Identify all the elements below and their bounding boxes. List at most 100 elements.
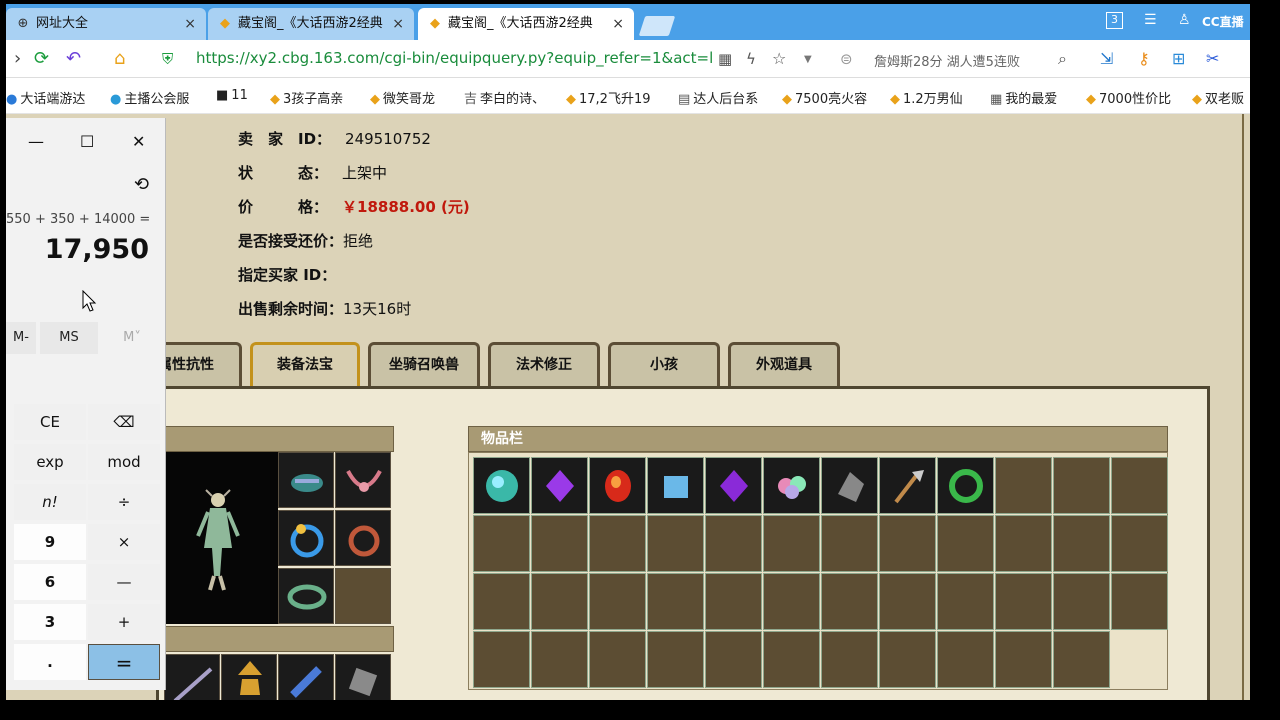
browser-tab-2[interactable]: ◆ 藏宝阁_《大话西游2经典 × <box>208 8 414 40</box>
inventory-slot-empty[interactable] <box>473 573 530 630</box>
inventory-slot-empty[interactable] <box>879 573 936 630</box>
minimize-button[interactable]: — <box>28 132 44 151</box>
inventory-slot-empty[interactable] <box>879 631 936 688</box>
add-button[interactable]: + <box>88 604 160 640</box>
tab-close-icon[interactable]: × <box>612 8 624 40</box>
key-icon[interactable]: ⚷ <box>1138 49 1150 68</box>
shirt-icon[interactable]: ♙ <box>1178 12 1191 28</box>
inventory-slot-empty[interactable] <box>1111 515 1168 572</box>
translate-icon[interactable]: ⊞ <box>1172 49 1185 68</box>
bookmark-item[interactable]: ◆ 微笑哥龙 <box>370 88 435 107</box>
undo-icon[interactable]: ↶ <box>66 48 81 69</box>
star-icon[interactable]: ☆ <box>772 49 786 68</box>
tab-spell-correction[interactable]: 法术修正 <box>488 342 600 386</box>
inventory-slot-empty[interactable] <box>995 515 1052 572</box>
inventory-slot-empty[interactable] <box>995 457 1052 514</box>
bookmark-item[interactable]: ◆ 17,2飞升19 <box>566 88 651 107</box>
refresh-icon[interactable]: ⟳ <box>34 48 49 69</box>
bookmark-item[interactable]: ● 大话端游达 <box>6 88 85 107</box>
factorial-button[interactable]: n! <box>14 484 86 520</box>
divide-button[interactable]: ÷ <box>88 484 160 520</box>
inventory-slot-empty[interactable] <box>1111 457 1168 514</box>
inventory-slot-empty[interactable] <box>705 573 762 630</box>
treasure-slot[interactable] <box>278 654 334 700</box>
inventory-slot-empty[interactable] <box>531 631 588 688</box>
tab-close-icon[interactable]: × <box>392 8 404 40</box>
browser-tab-1[interactable]: ⊕ 网址大全 × <box>6 8 206 40</box>
inventory-slot[interactable] <box>879 457 936 514</box>
decimal-button[interactable]: . <box>14 644 86 680</box>
inventory-slot-empty[interactable] <box>763 573 820 630</box>
treasure-slot[interactable] <box>164 654 220 700</box>
inventory-slot[interactable] <box>589 457 646 514</box>
tab-equipment[interactable]: 装备法宝 <box>250 342 360 386</box>
tab-appearance[interactable]: 外观道具 <box>728 342 840 386</box>
inventory-slot-empty[interactable] <box>473 515 530 572</box>
inventory-slot-empty[interactable] <box>647 631 704 688</box>
inventory-slot[interactable] <box>531 457 588 514</box>
backspace-button[interactable]: ⌫ <box>88 404 160 440</box>
home-icon[interactable]: ⌂ <box>114 48 125 69</box>
digit-6-button[interactable]: 6 <box>14 564 86 600</box>
login-icon[interactable]: ⇲ <box>1100 49 1113 68</box>
bookmark-item[interactable]: ◆ 双老贩 <box>1192 88 1244 107</box>
search-icon[interactable]: ⌕ <box>1058 49 1067 69</box>
lightning-icon[interactable]: ϟ <box>746 50 756 68</box>
inventory-slot-empty[interactable] <box>705 631 762 688</box>
inventory-slot-empty[interactable] <box>473 631 530 688</box>
bookmark-item[interactable]: 吉李白的诗、 <box>464 88 545 107</box>
bookmark-item[interactable]: ◆ 7000性价比 <box>1086 88 1171 107</box>
inventory-slot-empty[interactable] <box>995 631 1052 688</box>
equals-button[interactable]: = <box>88 644 160 680</box>
equipment-slot-belt[interactable] <box>278 568 334 624</box>
inventory-slot-empty[interactable] <box>1053 457 1110 514</box>
bookmark-item[interactable]: ◆ 3孩子高亲 <box>270 88 343 107</box>
inventory-slot-empty[interactable] <box>937 631 994 688</box>
exp-button[interactable]: exp <box>14 444 86 480</box>
inventory-slot-empty[interactable] <box>937 515 994 572</box>
inventory-slot-empty[interactable] <box>647 515 704 572</box>
bookmark-item[interactable]: ▤ 达人后台系 <box>678 88 758 107</box>
inventory-slot-empty[interactable] <box>531 515 588 572</box>
history-icon[interactable]: ⟲ <box>134 174 149 195</box>
bookmark-item[interactable]: ● 主播公会服 <box>110 88 189 107</box>
news-ticker[interactable]: 詹姆斯28分 湖人遭5连败 <box>874 51 1020 70</box>
bookmark-item[interactable]: ◆ 7500亮火容 <box>782 88 867 107</box>
maximize-button[interactable]: ☐ <box>80 132 94 151</box>
chevron-down-icon[interactable]: ▼ <box>804 54 812 65</box>
new-tab-button[interactable] <box>638 16 676 36</box>
inventory-slot-empty[interactable] <box>937 573 994 630</box>
inventory-slot-empty[interactable] <box>647 573 704 630</box>
multiply-button[interactable]: × <box>88 524 160 560</box>
inventory-slot[interactable] <box>473 457 530 514</box>
inventory-slot[interactable] <box>821 457 878 514</box>
inventory-slot-empty[interactable] <box>821 573 878 630</box>
inventory-slot[interactable] <box>705 457 762 514</box>
equipment-slot-empty[interactable] <box>335 568 391 624</box>
inventory-slot-empty[interactable] <box>531 573 588 630</box>
digit-9-button[interactable]: 9 <box>14 524 86 560</box>
bookmark-item[interactable]: ■ 11 <box>216 88 248 103</box>
memory-subtract-button[interactable]: M- <box>6 322 36 354</box>
treasure-slot[interactable] <box>221 654 277 700</box>
equipment-slot-bracelet[interactable] <box>335 510 391 566</box>
memory-store-button[interactable]: MS <box>40 322 98 354</box>
inventory-slot-empty[interactable] <box>1111 573 1168 630</box>
subtract-button[interactable]: — <box>88 564 160 600</box>
inventory-slot[interactable] <box>937 457 994 514</box>
inventory-slot-empty[interactable] <box>821 515 878 572</box>
equipment-slot-ring-blue[interactable] <box>278 510 334 566</box>
tab-count-badge[interactable]: 3 <box>1106 12 1123 29</box>
inventory-slot-empty[interactable] <box>879 515 936 572</box>
menu-icon[interactable]: ☰ <box>1144 12 1157 28</box>
treasure-slot[interactable] <box>335 654 391 700</box>
inventory-slot-empty[interactable] <box>763 631 820 688</box>
inventory-slot-empty[interactable] <box>995 573 1052 630</box>
forward-arrow-icon[interactable]: › <box>14 48 21 69</box>
mod-button[interactable]: mod <box>88 444 160 480</box>
bookmark-item[interactable]: ◆ 1.2万男仙 <box>890 88 963 107</box>
inventory-slot-empty[interactable] <box>589 515 646 572</box>
inventory-slot-empty[interactable] <box>705 515 762 572</box>
inventory-slot[interactable] <box>647 457 704 514</box>
equipment-slot-necklace[interactable] <box>335 452 391 508</box>
